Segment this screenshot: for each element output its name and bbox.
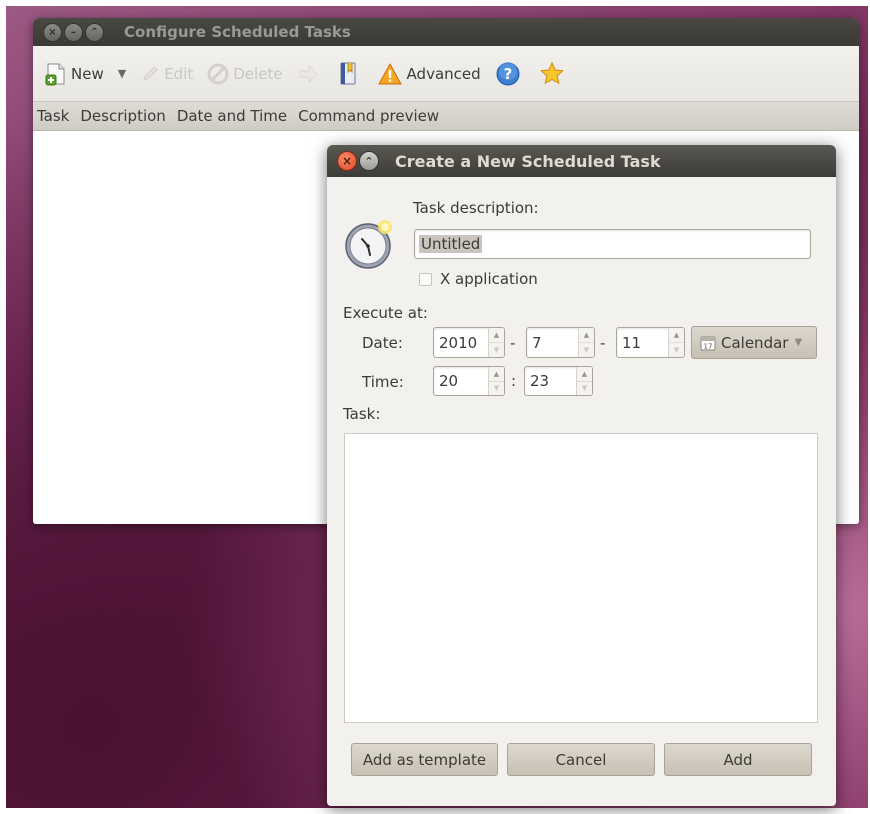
column-header-date-time[interactable]: Date and Time — [177, 107, 287, 125]
edit-button[interactable]: Edit — [140, 64, 193, 84]
minute-value: 23 — [530, 372, 550, 390]
bookmark-book-icon — [337, 61, 359, 87]
window-controls: × – ⌃ — [43, 22, 104, 42]
spin-up-icon[interactable]: ▲ — [577, 367, 592, 382]
no-entry-icon — [207, 63, 229, 85]
spin-down-icon[interactable]: ▼ — [579, 343, 594, 357]
x-application-checkbox-row[interactable]: X application — [419, 270, 538, 288]
minute-spinbutton[interactable]: 23 ▲ ▼ — [524, 366, 593, 396]
column-header-command-preview[interactable]: Command preview — [298, 107, 439, 125]
spin-down-icon[interactable]: ▼ — [669, 343, 684, 357]
year-value: 2010 — [439, 333, 478, 352]
dialog-maximize-button[interactable]: ⌃ — [359, 151, 379, 171]
task-description-label: Task description: — [413, 199, 539, 217]
day-spin-arrows[interactable]: ▲ ▼ — [668, 328, 684, 357]
spin-down-icon[interactable]: ▼ — [577, 382, 592, 396]
calendar-icon: 17 — [700, 335, 716, 351]
delete-button-label: Delete — [233, 64, 283, 83]
column-header-task[interactable]: Task — [37, 107, 69, 125]
run-arrow-icon — [297, 63, 319, 85]
add-button-label: Add — [723, 750, 753, 769]
year-spinbutton[interactable]: 2010 ▲ ▼ — [433, 327, 505, 358]
maximize-window-button[interactable]: ⌃ — [85, 22, 104, 42]
dialog-body: Task description: Untitled X application… — [327, 177, 836, 806]
spin-down-icon[interactable]: ▼ — [489, 343, 504, 357]
x-application-checkbox[interactable] — [419, 272, 432, 286]
spin-up-icon[interactable]: ▲ — [489, 367, 504, 382]
time-label: Time: — [362, 373, 404, 391]
chevron-up-icon: ⌃ — [364, 154, 374, 168]
new-document-icon — [45, 62, 67, 86]
dialog-title: Create a New Scheduled Task — [395, 151, 661, 171]
pencil-icon — [140, 64, 160, 84]
close-window-button[interactable]: × — [43, 22, 62, 42]
delete-button[interactable]: Delete — [207, 63, 283, 85]
cancel-button[interactable]: Cancel — [507, 743, 655, 776]
chevron-down-icon: ▼ — [794, 337, 803, 348]
new-task-dialog: × ⌃ Create a New Scheduled Task Task des… — [327, 145, 836, 806]
spin-down-icon[interactable]: ▼ — [489, 382, 504, 396]
month-spinbutton[interactable]: 7 ▲ ▼ — [526, 327, 595, 358]
clock-icon — [343, 217, 397, 275]
time-separator: : — [511, 372, 517, 390]
help-button[interactable]: ? — [495, 61, 525, 87]
main-window-titlebar[interactable]: × – ⌃ Configure Scheduled Tasks — [33, 18, 859, 46]
hour-spinbutton[interactable]: 20 ▲ ▼ — [433, 366, 505, 396]
new-button[interactable]: New — [45, 62, 104, 86]
advanced-button[interactable]: Advanced — [377, 62, 481, 86]
add-as-template-label: Add as template — [362, 750, 487, 769]
calendar-button-label: Calendar — [721, 333, 789, 352]
minute-spin-arrows[interactable]: ▲ ▼ — [576, 367, 592, 395]
day-value: 11 — [622, 333, 642, 352]
task-command-textarea[interactable] — [344, 433, 818, 723]
new-button-label: New — [71, 64, 104, 83]
dialog-titlebar[interactable]: × ⌃ Create a New Scheduled Task — [327, 145, 836, 177]
close-icon: × — [341, 154, 353, 168]
add-button[interactable]: Add — [664, 743, 812, 776]
warning-icon — [377, 62, 403, 86]
help-question-icon: ? — [495, 61, 521, 87]
add-as-template-button[interactable]: Add as template — [351, 743, 498, 776]
toolbar: New ▼ Edit Delete Advanced ? — [33, 46, 859, 101]
year-spin-arrows[interactable]: ▲ ▼ — [488, 328, 504, 357]
task-description-value: Untitled — [419, 235, 483, 253]
x-application-label: X application — [440, 270, 538, 288]
column-header-description[interactable]: Description — [80, 107, 165, 125]
task-label: Task: — [343, 405, 381, 423]
svg-text:?: ? — [503, 65, 512, 83]
spin-up-icon[interactable]: ▲ — [669, 328, 684, 343]
date-separator: - — [510, 334, 516, 352]
task-list-header: Task Description Date and Time Command p… — [33, 101, 859, 131]
hour-value: 20 — [439, 372, 459, 390]
spin-up-icon[interactable]: ▲ — [579, 328, 594, 343]
cancel-button-label: Cancel — [555, 750, 607, 769]
minimize-window-button[interactable]: – — [64, 22, 83, 42]
window-title: Configure Scheduled Tasks — [124, 23, 351, 41]
date-label: Date: — [362, 334, 403, 352]
manage-templates-button[interactable] — [337, 61, 363, 87]
dropdown-arrow-icon: ▼ — [117, 67, 127, 80]
month-value: 7 — [532, 333, 542, 352]
day-spinbutton[interactable]: 11 ▲ ▼ — [616, 327, 685, 358]
hour-spin-arrows[interactable]: ▲ ▼ — [488, 367, 504, 395]
star-icon — [539, 61, 565, 87]
about-button[interactable] — [539, 61, 569, 87]
calendar-button[interactable]: 17 Calendar ▼ — [691, 326, 817, 359]
dialog-close-button[interactable]: × — [337, 151, 357, 171]
execute-at-label: Execute at: — [343, 304, 428, 322]
advanced-button-label: Advanced — [406, 64, 481, 83]
edit-button-label: Edit — [164, 64, 194, 83]
svg-text:17: 17 — [704, 342, 713, 350]
date-separator: - — [600, 334, 606, 352]
spin-up-icon[interactable]: ▲ — [489, 328, 504, 343]
run-task-button[interactable] — [297, 63, 323, 85]
task-description-input[interactable]: Untitled — [414, 229, 811, 259]
new-dropdown-button[interactable]: ▼ — [118, 67, 126, 80]
month-spin-arrows[interactable]: ▲ ▼ — [578, 328, 594, 357]
